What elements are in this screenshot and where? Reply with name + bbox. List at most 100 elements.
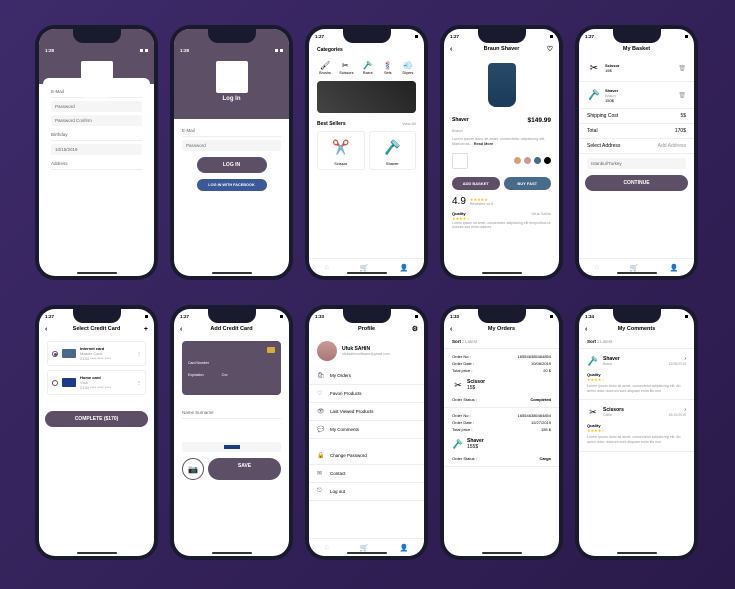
menu-password[interactable]: 🔒Change Password (309, 447, 424, 465)
login-button[interactable]: LOG IN (197, 157, 267, 173)
facebook-login-button[interactable]: LOG IN WITH FACEBOOK (197, 179, 267, 191)
tab-home-icon[interactable]: ⌂ (325, 544, 329, 551)
page-title: Select Credit Card (73, 326, 121, 332)
tab-profile-icon[interactable]: 👤 (670, 264, 679, 272)
phone-comments: 1:34 ‹My Comments Sort : Latest 🪒ShaverB… (575, 305, 698, 560)
radio-icon (52, 351, 58, 357)
order-item[interactable]: Order No :165546385464854 Order Date :10… (444, 349, 559, 408)
back-icon[interactable]: ‹ (180, 326, 182, 333)
add-icon[interactable]: + (144, 326, 148, 333)
back-icon[interactable]: ‹ (45, 326, 47, 333)
sort-control[interactable]: Sort : Latest (579, 335, 694, 349)
back-icon[interactable]: ‹ (585, 326, 587, 333)
phone-login: 1:28 Log In E-Mail Password LOG IN LOG I… (170, 25, 293, 280)
tab-profile-icon[interactable]: 👤 (400, 544, 409, 552)
variant-thumb[interactable] (452, 153, 468, 169)
add-basket-button[interactable]: ADD BASKET (452, 177, 500, 190)
total-value: 170$ (675, 128, 686, 134)
save-button[interactable]: SAVE (208, 458, 281, 480)
cat-scissors[interactable]: ✂Scissors (339, 59, 353, 75)
shipping-label: Shipping Cost (587, 113, 618, 119)
avatar[interactable] (317, 341, 337, 361)
delete-icon[interactable]: 🗑 (678, 92, 686, 99)
heart-icon[interactable]: ♡ (547, 45, 553, 53)
menu-viewed[interactable]: 👁Last Viewed Products (309, 403, 424, 421)
gear-icon[interactable]: ⚙ (412, 325, 418, 333)
back-icon[interactable]: ‹ (450, 46, 452, 53)
menu-comments[interactable]: 💬My Comments (309, 421, 424, 439)
product-brand: Braun (452, 128, 463, 133)
cat-brushs[interactable]: 🖌Brushs (319, 59, 331, 75)
birthday-field[interactable]: 10/15/2019 (51, 144, 142, 155)
name-field[interactable]: Name Surname (182, 407, 281, 419)
product-scissor[interactable]: ✂️Scissor (317, 131, 365, 170)
add-address-link[interactable]: Add Address (658, 143, 686, 149)
continue-button[interactable]: CONTINUE (585, 175, 689, 191)
phone-select-card: 1:27 ‹Select Credit Card+ Internet cardM… (35, 305, 158, 560)
complete-button[interactable]: COMPLETE ($170) (45, 411, 149, 427)
logo (216, 61, 248, 93)
view-all-link[interactable]: View All (402, 121, 416, 127)
banner-image[interactable] (317, 81, 416, 113)
tab-cart-icon[interactable]: 🛒 (360, 544, 369, 552)
basket-item: 🪒ShaverBraun150$🗑 (579, 82, 694, 109)
tab-cart-icon[interactable]: 🛒 (360, 264, 369, 272)
sort-control[interactable]: Sort : Latest (444, 335, 559, 349)
card-option[interactable]: Internet cardMaster Card2134 **** **** *… (47, 341, 146, 366)
radio-icon (52, 380, 58, 386)
tab-home-icon[interactable]: ⌂ (595, 264, 599, 271)
buy-fast-button[interactable]: BUY FAST (504, 177, 552, 190)
chip-icon (267, 347, 275, 353)
section-bestsellers: Best Sellers (317, 121, 346, 127)
select-address-label: Select Address (587, 143, 620, 149)
reviewer-name: Ufuk Sahin (531, 211, 551, 216)
menu-favorites[interactable]: ♡Favori Products (309, 385, 424, 403)
tab-profile-icon[interactable]: 👤 (400, 264, 409, 272)
card-logos (182, 442, 281, 452)
comment-item[interactable]: ✂ScissorsCalfor›18/10/2019 Quality ★★★★☆… (579, 400, 694, 451)
mail-icon: ✉ (317, 470, 325, 477)
tab-home-icon[interactable]: ⌂ (325, 264, 329, 271)
product-shaver[interactable]: 🪒Shaver (369, 131, 417, 170)
menu-contact[interactable]: ✉Contact (309, 465, 424, 483)
delete-icon[interactable]: 🗑 (678, 65, 686, 72)
scan-icon[interactable]: 📷 (182, 458, 204, 480)
review-count: Reviewed on 5 (470, 202, 493, 206)
color-tan[interactable] (514, 157, 521, 164)
email-field[interactable]: E-Mail (182, 125, 281, 137)
comment-item[interactable]: 🪒ShaverBraun›12/08/2019 Quality ★★★★☆ Lo… (579, 349, 694, 400)
confirm-field[interactable]: Password Confirm (51, 115, 142, 126)
password-field[interactable]: Password (51, 101, 142, 112)
color-blue[interactable] (534, 157, 541, 164)
page-title: My Basket (623, 46, 650, 52)
eye-icon: 👁 (317, 408, 325, 415)
phone-home: 1:27 Categories 🖌Brushs ✂Scissors 🪒Razrs… (305, 25, 428, 280)
address-value[interactable]: Istanbul/Turkey (587, 158, 686, 169)
credit-card-preview: Card Number ExpirationCvv (182, 341, 281, 395)
cat-sets[interactable]: 💈Sets (382, 59, 394, 75)
logout-icon: ⎋ (317, 488, 325, 495)
tab-cart-icon[interactable]: 🛒 (630, 264, 639, 272)
rating-value: 4.9 (452, 196, 466, 207)
back-icon[interactable]: ‹ (450, 326, 452, 333)
menu-logout[interactable]: ⎋Log out (309, 483, 424, 501)
order-item[interactable]: Order No :165546385464854 Order Date :12… (444, 408, 559, 467)
page-title: My Orders (488, 326, 515, 332)
password-field[interactable]: Password (182, 140, 281, 151)
product-name: Shaver (452, 117, 469, 123)
menu-icon[interactable]: ⋮ (137, 380, 141, 385)
cat-diyers[interactable]: 💨Diyers (402, 59, 414, 75)
page-title: My Comments (618, 326, 656, 332)
phone-register: 1:28 Register E-Mail Password Password C… (35, 25, 158, 280)
total-label: Total (587, 128, 598, 134)
menu-icon[interactable]: ⋮ (137, 351, 141, 356)
card-option[interactable]: Home cardVisa2134 **** **** ****⋮ (47, 370, 146, 395)
color-black[interactable] (544, 157, 551, 164)
page-title: Log In (174, 96, 289, 102)
menu-orders[interactable]: 🛍My Orders (309, 367, 424, 385)
cat-razrs[interactable]: 🪒Razrs (362, 59, 374, 75)
address-field[interactable]: Address (51, 158, 142, 170)
read-more-link[interactable]: Read More (474, 142, 493, 146)
product-price: $149.99 (528, 117, 552, 124)
color-pink[interactable] (524, 157, 531, 164)
